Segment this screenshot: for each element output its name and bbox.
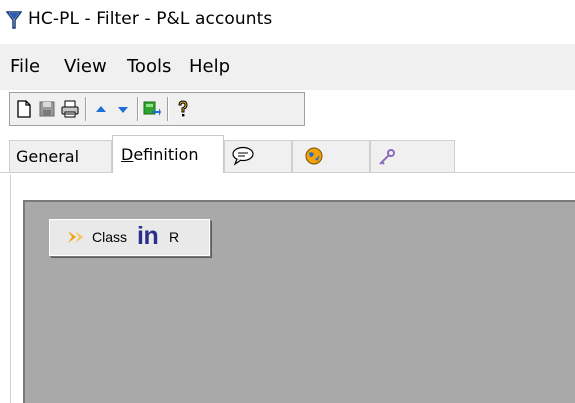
tab-strip: General Definition [0, 132, 575, 174]
title-bar: HC-PL - Filter - P&L accounts [0, 0, 575, 44]
menu-bar: File View Tools Help [0, 44, 575, 90]
menu-help[interactable]: Help [189, 56, 230, 77]
toolbar [9, 92, 305, 126]
key-icon [379, 149, 395, 165]
tab-comments[interactable] [224, 140, 292, 172]
tab-definition[interactable]: Definition [112, 135, 224, 173]
print-icon[interactable] [60, 99, 80, 119]
move-down-icon[interactable] [113, 99, 133, 119]
menu-view[interactable]: View [64, 56, 107, 77]
tab-strip-divider [0, 172, 575, 173]
toolbar-separator [85, 97, 87, 121]
comment-icon [232, 146, 254, 166]
window-title: HC-PL - Filter - P&L accounts [28, 9, 273, 29]
tab-globe[interactable] [292, 140, 370, 172]
funnel-icon [6, 11, 22, 29]
condition-value: R [169, 229, 180, 245]
run-filter-icon[interactable] [142, 99, 162, 119]
tab-general[interactable]: General [9, 140, 112, 172]
new-document-icon[interactable] [14, 99, 34, 119]
help-icon[interactable] [173, 99, 193, 119]
tab-general-label: General [16, 147, 80, 166]
condition-icon [68, 231, 83, 243]
menu-file[interactable]: File [10, 56, 40, 77]
tab-key[interactable] [370, 140, 455, 172]
save-icon[interactable] [37, 99, 57, 119]
condition-operator: in [137, 222, 159, 250]
toolbar-separator [167, 97, 169, 121]
move-up-icon[interactable] [91, 99, 111, 119]
tab-definition-label: Definition [121, 145, 199, 164]
filter-condition-button[interactable]: Class in R [49, 219, 210, 256]
condition-field: Class [92, 229, 128, 245]
globe-icon [305, 147, 323, 165]
toolbar-separator [137, 97, 139, 121]
menu-tools[interactable]: Tools [127, 56, 171, 77]
